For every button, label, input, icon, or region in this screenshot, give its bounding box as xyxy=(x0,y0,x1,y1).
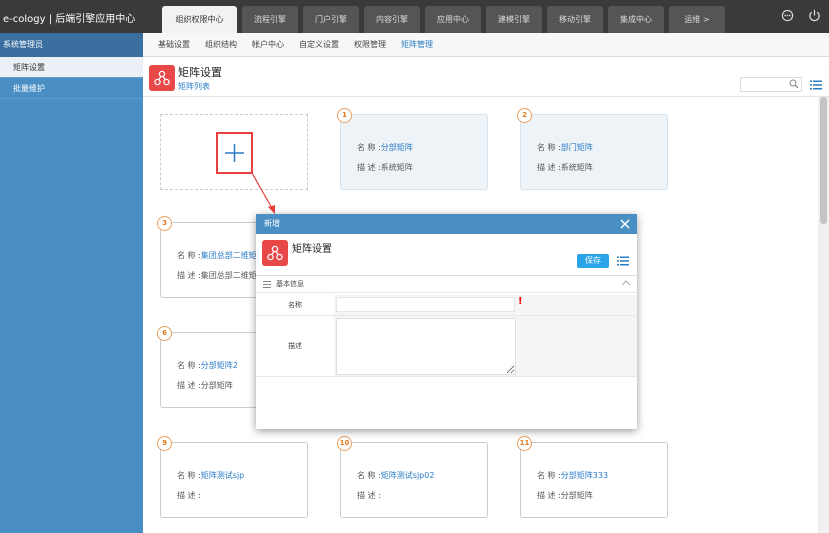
card-name-row: 名 称 :分部矩阵333 xyxy=(537,471,609,480)
card-name-row: 名 称 :矩阵测试sjp xyxy=(177,471,245,480)
card-name-link[interactable]: 矩阵测试sjp xyxy=(201,471,244,480)
section-title: 基本信息 xyxy=(276,280,304,288)
subnav-account-center[interactable]: 帐户中心 xyxy=(252,33,284,56)
dialog-title: 新增 xyxy=(264,219,280,228)
card-number: 11 xyxy=(517,436,532,451)
matrix-card[interactable]: 9 名 称 :矩阵测试sjp 描 述 : xyxy=(157,436,308,518)
card-desc: 描 述 :系统矩阵 xyxy=(537,163,593,172)
tab-workflow[interactable]: 流程引擎 xyxy=(242,6,298,33)
sidebar-item-matrix-settings[interactable]: 矩阵设置 xyxy=(0,57,143,78)
sub-nav: 基础设置 组织结构 帐户中心 自定义设置 权限管理 矩阵管理 xyxy=(143,33,829,57)
tab-mobile[interactable]: 移动引擎 xyxy=(547,6,603,33)
matrix-card[interactable]: 11 名 称 :分部矩阵333 描 述 :分部矩阵 xyxy=(517,436,668,518)
matrix-card[interactable]: 2 名 称 :部门矩阵 描 述 :系统矩阵 xyxy=(517,108,668,190)
name-field[interactable] xyxy=(336,297,515,312)
more-options-icon[interactable] xyxy=(781,9,794,22)
basic-info-section[interactable]: 基本信息 xyxy=(256,275,637,293)
matrix-app-icon xyxy=(262,240,288,266)
top-nav: 组织权限中心 流程引擎 门户引擎 内容引擎 应用中心 建模引擎 移动引擎 集成中… xyxy=(162,6,730,33)
card-name-link[interactable]: 部门矩阵 xyxy=(561,143,593,152)
name-label: 名称 xyxy=(288,301,302,309)
subnav-custom-settings[interactable]: 自定义设置 xyxy=(299,33,339,56)
plus-icon xyxy=(225,144,244,162)
card-number: 3 xyxy=(157,216,172,231)
tab-app-center[interactable]: 应用中心 xyxy=(425,6,481,33)
search-icon[interactable] xyxy=(789,79,799,89)
scrollbar[interactable] xyxy=(818,97,829,533)
page-header: 矩阵设置 矩阵列表 xyxy=(143,57,829,97)
close-icon[interactable] xyxy=(619,218,631,230)
matrix-app-icon xyxy=(149,65,175,91)
card-name-row: 名 称 :矩阵测试sjp02 xyxy=(357,471,435,480)
card-number: 1 xyxy=(337,108,352,123)
section-lines-icon xyxy=(263,281,271,288)
card-name-link[interactable]: 分部矩阵2 xyxy=(201,361,238,370)
card-number: 10 xyxy=(337,436,352,451)
new-matrix-dialog: 新增 矩阵设置 保存 基本信息 名称 ! 描述 xyxy=(256,214,637,429)
tab-content[interactable]: 内容引擎 xyxy=(364,6,420,33)
card-desc: 描 述 : xyxy=(357,491,381,500)
app-title: e-cology | 后端引擎应用中心 xyxy=(3,14,136,25)
card-name-row: 名 称 :部门矩阵 xyxy=(537,143,593,152)
tab-portal[interactable]: 门户引擎 xyxy=(303,6,359,33)
card-desc: 描 述 :分部矩阵 xyxy=(537,491,593,500)
top-bar: e-cology | 后端引擎应用中心 组织权限中心 流程引擎 门户引擎 内容引… xyxy=(0,0,829,33)
card-desc: 描 述 :集团总部二维矩阵 xyxy=(177,271,265,280)
subnav-org-structure[interactable]: 组织结构 xyxy=(205,33,237,56)
scrollbar-thumb[interactable] xyxy=(820,97,827,224)
dialog-heading: 矩阵设置 xyxy=(292,244,332,255)
page-title: 矩阵设置 xyxy=(178,66,222,79)
sidebar-item-batch-maintenance[interactable]: 批量维护 xyxy=(0,78,143,99)
card-name-link[interactable]: 矩阵测试sjp02 xyxy=(381,471,435,480)
tab-org-permission[interactable]: 组织权限中心 xyxy=(162,6,237,33)
card-name-row: 名 称 :分部矩阵 xyxy=(357,143,413,152)
required-mark: ! xyxy=(518,296,523,307)
description-field[interactable] xyxy=(336,318,516,375)
sidebar: 系统管理员 矩阵设置 批量维护 xyxy=(0,33,143,533)
subnav-matrix-management[interactable]: 矩阵管理 xyxy=(401,33,433,56)
name-row: 名称 ! xyxy=(256,295,637,316)
tab-ops[interactable]: 运维 > xyxy=(669,6,725,33)
card-number: 2 xyxy=(517,108,532,123)
save-button[interactable]: 保存 xyxy=(577,254,609,268)
tab-modeling[interactable]: 建模引擎 xyxy=(486,6,542,33)
card-name-link[interactable]: 分部矩阵333 xyxy=(561,471,608,480)
sidebar-header: 系统管理员 xyxy=(0,33,143,57)
tab-integration[interactable]: 集成中心 xyxy=(608,6,664,33)
matrix-card[interactable]: 1 名 称 :分部矩阵 描 述 :系统矩阵 xyxy=(337,108,488,190)
subnav-permission-management[interactable]: 权限管理 xyxy=(354,33,386,56)
card-name-row: 名 称 :分部矩阵2 xyxy=(177,361,238,370)
matrix-list-link[interactable]: 矩阵列表 xyxy=(178,81,210,92)
card-desc: 描 述 :系统矩阵 xyxy=(357,163,413,172)
description-row: 描述 xyxy=(256,316,637,377)
card-name-link[interactable]: 分部矩阵 xyxy=(381,143,413,152)
add-matrix-button[interactable] xyxy=(216,132,253,174)
list-menu-icon[interactable] xyxy=(617,256,629,266)
description-label: 描述 xyxy=(288,342,302,350)
card-desc: 描 述 : xyxy=(177,491,201,500)
power-icon[interactable] xyxy=(808,9,821,22)
chevron-up-icon[interactable] xyxy=(621,279,631,287)
dialog-title-bar: 新增 xyxy=(256,214,637,234)
card-number: 6 xyxy=(157,326,172,341)
matrix-card[interactable]: 10 名 称 :矩阵测试sjp02 描 述 : xyxy=(337,436,488,518)
subnav-basic-settings[interactable]: 基础设置 xyxy=(158,33,190,56)
card-desc: 描 述 :分部矩阵 xyxy=(177,381,233,390)
card-name-row: 名 称 :集团总部二维矩阵 xyxy=(177,251,265,260)
add-matrix-card[interactable] xyxy=(160,114,308,190)
card-number: 9 xyxy=(157,436,172,451)
list-menu-icon[interactable] xyxy=(810,80,822,90)
